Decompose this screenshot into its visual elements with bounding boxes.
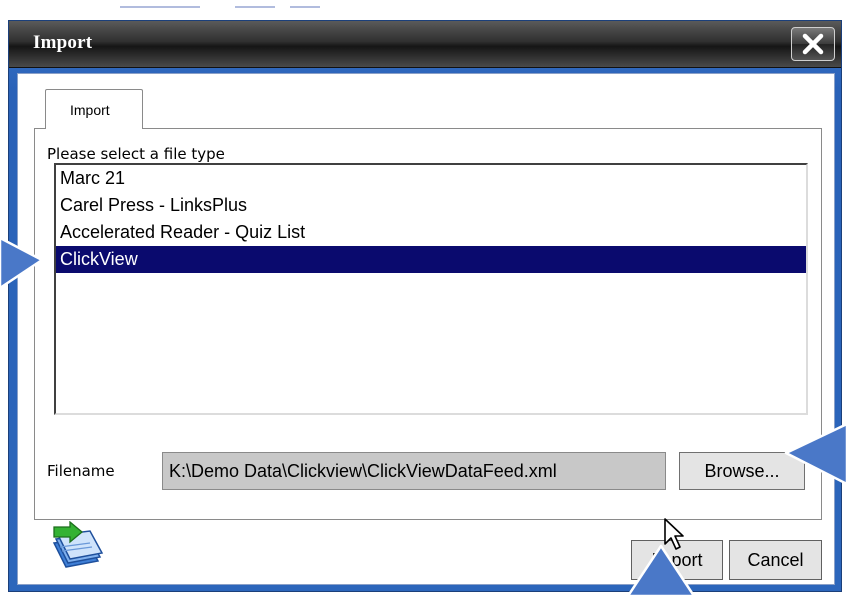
import-dialog: Import Import Please select a file type … xyxy=(8,20,842,592)
callout-arrow-bottom xyxy=(626,544,696,596)
tab-label: Import xyxy=(70,102,110,118)
file-type-label: Please select a file type xyxy=(47,145,225,163)
background-text-fragment xyxy=(235,6,275,8)
title-bar[interactable]: Import xyxy=(9,21,841,68)
list-item[interactable]: Marc 21 xyxy=(56,165,806,192)
list-item[interactable]: Accelerated Reader - Quiz List xyxy=(56,219,806,246)
list-item[interactable]: Carel Press - LinksPlus xyxy=(56,192,806,219)
cancel-button[interactable]: Cancel xyxy=(729,540,822,580)
dialog-body: Import Please select a file type Marc 21… xyxy=(17,73,835,585)
callout-arrow-left xyxy=(0,236,44,290)
import-documents-icon xyxy=(52,521,104,568)
list-item-selected[interactable]: ClickView xyxy=(56,246,806,273)
tab-import[interactable]: Import xyxy=(45,89,143,129)
close-button[interactable] xyxy=(791,27,835,61)
filename-field[interactable]: K:\Demo Data\Clickview\ClickViewDataFeed… xyxy=(162,452,666,490)
close-x-icon xyxy=(802,33,824,55)
file-type-listbox[interactable]: Marc 21 Carel Press - LinksPlus Accelera… xyxy=(54,163,808,415)
filename-label: Filename xyxy=(47,462,115,480)
background-text-fragment xyxy=(290,6,320,8)
dialog-title: Import xyxy=(33,32,93,53)
callout-arrow-right xyxy=(784,422,847,486)
background-text-fragment xyxy=(120,6,200,8)
